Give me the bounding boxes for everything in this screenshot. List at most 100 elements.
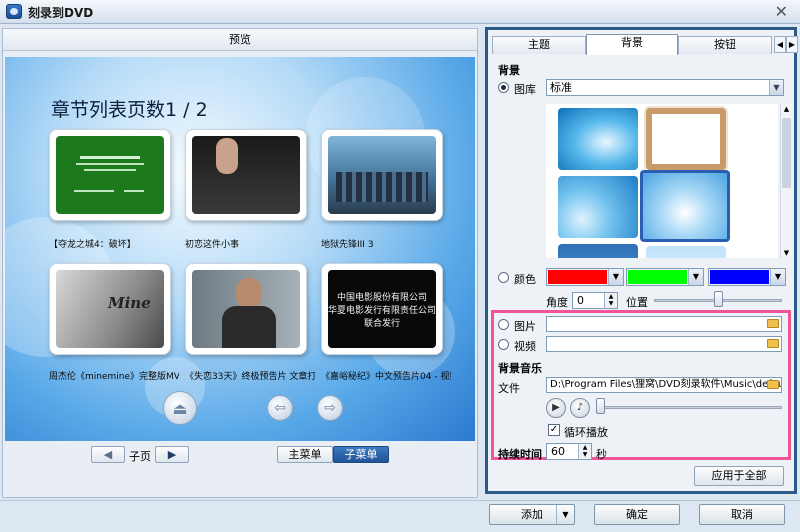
tab-theme[interactable]: 主题 [492, 36, 586, 54]
app-window: 刻录到DVD ✕ 预览 章节列表页数1 / 2 【夺龙之城4：破坏】 初恋这件小… [0, 0, 800, 532]
preview-panel: 预览 章节列表页数1 / 2 【夺龙之城4：破坏】 初恋这件小事 地狱先锋III… [2, 28, 478, 498]
duration-value: 60 [551, 445, 565, 458]
close-icon[interactable]: ✕ [775, 2, 788, 21]
chapter-page-title: 章节列表页数1 / 2 [51, 99, 208, 121]
thumbnail-image [192, 270, 300, 348]
prev-page-icon[interactable]: ⇦ [267, 395, 293, 421]
folder-icon[interactable] [767, 339, 779, 348]
video-path-field[interactable] [546, 336, 782, 352]
chevron-down-icon[interactable]: ▼ [556, 505, 574, 524]
chapter-thumbnail-6[interactable]: 中国电影股份有限公司 华夏电影发行有限责任公司 联合发行 [321, 263, 443, 355]
settings-panel: 主题 背景 按钮 ◀ ▶ 背景 图库 标准 ▼ ▲ ▼ 颜色 ▼ ▼ ▼ 角度 … [485, 27, 798, 494]
preview-controls: ◀ 子页 ▶ 主菜单 子菜单 [3, 444, 477, 497]
chapter-caption-4: 周杰伦《minemine》完整版MV 2 [49, 372, 179, 382]
chevron-right-icon: ▶ [167, 448, 177, 461]
thumbnail-image [328, 136, 436, 214]
preview-header: 预览 [3, 29, 477, 51]
folder-icon[interactable] [767, 380, 779, 389]
chapter-caption-1: 【夺龙之城4：破坏】 [49, 240, 136, 250]
music-progress-thumb[interactable] [596, 398, 605, 414]
angle-label: 角度 [546, 296, 568, 309]
window-title: 刻录到DVD [28, 6, 94, 20]
chevron-down-icon: ▼ [769, 80, 783, 95]
gallery-image-selected[interactable] [640, 170, 730, 242]
thumbnail-overlay-text: 中国电影股份有限公司 华夏电影发行有限责任公司 联合发行 [328, 293, 436, 329]
spinner-arrows-icon: ▲ ▼ [578, 444, 591, 459]
dialog-footer: 添加 ▼ 确定 取消 [0, 500, 800, 532]
chevron-left-icon: ◀ [103, 448, 113, 461]
next-page-icon[interactable]: ⇨ [317, 395, 343, 421]
music-file-label: 文件 [498, 382, 520, 395]
apply-all-button[interactable]: 应用于全部 [694, 466, 784, 486]
settings-tabs: 主题 背景 按钮 ◀ ▶ [492, 34, 798, 55]
title-bar: 刻录到DVD ✕ [0, 0, 800, 24]
chapter-thumbnail-3[interactable] [321, 129, 443, 221]
play-icon[interactable]: ▶ [546, 398, 566, 418]
color-radio[interactable] [498, 272, 509, 283]
video-label: 视频 [514, 340, 536, 353]
tab-background[interactable]: 背景 [586, 34, 678, 55]
library-radio[interactable] [498, 82, 509, 93]
color-picker-2[interactable]: ▼ [626, 268, 704, 286]
thumbnail-image: 中国电影股份有限公司 华夏电影发行有限责任公司 联合发行 [328, 270, 436, 348]
video-radio[interactable] [498, 339, 509, 350]
library-label: 图库 [514, 83, 536, 96]
tab-buttons[interactable]: 按钮 [678, 36, 772, 54]
gallery-image[interactable] [558, 108, 638, 170]
main-menu-tab[interactable]: 主菜单 [277, 446, 333, 463]
prev-subpage-button[interactable]: ◀ [91, 446, 125, 463]
thumbnail-image [56, 136, 164, 214]
position-label: 位置 [626, 296, 648, 309]
gallery-image[interactable] [558, 244, 638, 258]
color-label: 颜色 [514, 273, 536, 286]
home-eject-icon[interactable]: ⏏ [163, 391, 197, 425]
music-note-icon[interactable]: ♪ [570, 398, 590, 418]
color-picker-1[interactable]: ▼ [546, 268, 624, 286]
ok-button[interactable]: 确定 [594, 504, 680, 525]
library-select-value: 标准 [550, 81, 572, 94]
tab-scroll-right-icon[interactable]: ▶ [786, 36, 798, 53]
image-path-field[interactable] [546, 316, 782, 332]
folder-icon[interactable] [767, 319, 779, 328]
gallery-image[interactable] [558, 176, 638, 238]
add-button[interactable]: 添加 ▼ [489, 504, 575, 525]
chapter-caption-6: 《嘉峪秘纪》中文预告片04 - 视频 [321, 372, 451, 382]
duration-spinner[interactable]: 60 ▲ ▼ [546, 443, 592, 460]
music-progress-slider[interactable] [596, 406, 782, 409]
color-picker-3[interactable]: ▼ [708, 268, 786, 286]
chapter-caption-2: 初恋这件小事 [185, 240, 240, 250]
chapter-thumbnail-2[interactable] [185, 129, 307, 221]
music-file-value: D:\Program Files\狸窝\DVD刻录软件\Music\defaul… [550, 379, 782, 390]
angle-spinner[interactable]: 0 ▲ ▼ [572, 292, 618, 309]
image-radio[interactable] [498, 319, 509, 330]
background-section-title: 背景 [498, 64, 520, 77]
position-slider-thumb[interactable] [714, 291, 723, 307]
loop-checkbox[interactable]: ✓ [548, 424, 560, 436]
next-subpage-button[interactable]: ▶ [155, 446, 189, 463]
sub-menu-tab[interactable]: 子菜单 [333, 446, 389, 463]
add-button-label: 添加 [521, 508, 543, 521]
duration-label: 持续时间 [498, 448, 542, 461]
thumbnail-overlay-text: Mine [108, 294, 151, 312]
gallery-image[interactable] [646, 108, 726, 170]
gallery-image[interactable] [646, 246, 726, 258]
chapter-thumbnail-1[interactable] [49, 129, 171, 221]
music-file-field[interactable]: D:\Program Files\狸窝\DVD刻录软件\Music\defaul… [546, 377, 782, 393]
tab-scroll-left-icon[interactable]: ◀ [774, 36, 786, 53]
library-select[interactable]: 标准 ▼ [546, 79, 784, 96]
subpage-label: 子页 [129, 450, 151, 463]
chapter-caption-5: 《失恋33天》终极预告片 文章打造 [185, 372, 315, 382]
angle-value: 0 [577, 294, 584, 307]
gallery-scrollbar[interactable]: ▲ ▼ [780, 104, 792, 258]
chapter-thumbnail-5[interactable] [185, 263, 307, 355]
chapter-thumbnail-4[interactable]: Mine [49, 263, 171, 355]
image-label: 图片 [514, 320, 536, 333]
music-section-title: 背景音乐 [498, 362, 542, 375]
cancel-button[interactable]: 取消 [699, 504, 785, 525]
loop-label: 循环播放 [564, 426, 608, 439]
spinner-arrows-icon: ▲ ▼ [604, 293, 617, 308]
dvd-app-icon [6, 4, 22, 19]
background-gallery [546, 104, 778, 258]
chapter-caption-3: 地狱先锋III 3 [321, 240, 374, 250]
thumbnail-image [192, 136, 300, 214]
